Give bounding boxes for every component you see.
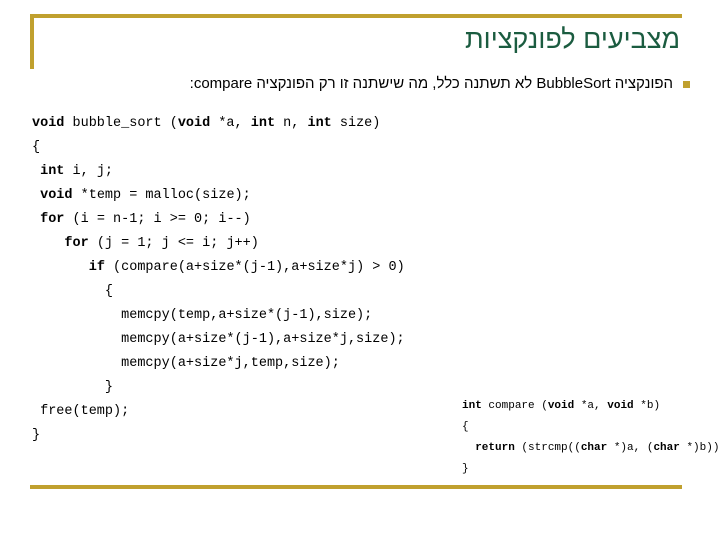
code-text: (strcmp(( <box>514 442 581 454</box>
bullet-row: הפונקציה BubbleSort לא תשתנה כלל, מה שיש… <box>30 74 690 94</box>
code-text: } <box>462 463 469 475</box>
square-bullet-icon <box>683 81 690 88</box>
code-line: memcpy(a+size*j,temp,size); <box>32 352 405 376</box>
code-keyword: char <box>653 442 680 454</box>
code-line: int compare (void *a, void *b) <box>462 396 720 417</box>
code-keyword: return <box>475 442 515 454</box>
code-block-compare: int compare (void *a, void *b){ return (… <box>462 396 720 480</box>
code-text: *temp = malloc(size); <box>72 188 251 203</box>
code-keyword: int <box>40 164 65 179</box>
code-line: } <box>32 376 405 400</box>
code-line: void *temp = malloc(size); <box>32 184 405 208</box>
top-accent-rule <box>30 14 682 18</box>
code-text: (i = n-1; i >= 0; i--) <box>64 212 251 227</box>
code-line: return (strcmp((char *)a, (char *)b)); <box>462 438 720 459</box>
code-keyword: void <box>40 188 73 203</box>
code-keyword: void <box>607 400 634 412</box>
code-line: { <box>32 280 405 304</box>
slide-title: מצביעים לפונקציות <box>465 24 680 54</box>
code-keyword: int <box>307 116 332 131</box>
code-keyword: if <box>88 260 105 275</box>
code-block-bubble-sort: void bubble_sort (void *a, int n, int si… <box>32 112 405 448</box>
code-line: { <box>462 417 720 438</box>
code-line: free(temp); <box>32 400 405 424</box>
bottom-accent-rule <box>30 485 682 489</box>
code-keyword: for <box>40 212 65 227</box>
code-keyword: void <box>32 116 65 131</box>
code-line: memcpy(temp,a+size*(j-1),size); <box>32 304 405 328</box>
code-keyword: for <box>64 236 89 251</box>
code-text: *)b)); <box>686 442 720 454</box>
code-text: { <box>32 284 114 299</box>
code-keyword: void <box>177 116 211 131</box>
code-line: memcpy(a+size*(j-1),a+size*j,size); <box>32 328 405 352</box>
code-keyword: void <box>547 400 575 412</box>
code-text: size) <box>331 116 381 131</box>
code-text: *a, <box>210 116 251 131</box>
code-keyword: char <box>580 442 608 454</box>
code-line: for (j = 1; j <= i; j++) <box>32 232 405 256</box>
code-line: } <box>462 459 720 480</box>
code-text: bubble_sort ( <box>64 116 178 131</box>
code-text: (compare(a+size*(j-1),a+size*j) > 0) <box>104 260 405 275</box>
code-line: if (compare(a+size*(j-1),a+size*j) > 0) <box>32 256 405 280</box>
left-accent-rule <box>30 14 34 69</box>
code-text: n, <box>275 116 308 131</box>
code-line: void bubble_sort (void *a, int n, int si… <box>32 112 405 136</box>
bullet-text: הפונקציה BubbleSort לא תשתנה כלל, מה שיש… <box>189 75 673 92</box>
code-text: } <box>32 380 114 395</box>
code-line: } <box>32 424 405 448</box>
code-line: for (i = n-1; i >= 0; i--) <box>32 208 405 232</box>
code-text: *)a, ( <box>607 442 654 454</box>
code-text: { <box>32 140 41 155</box>
code-text: (j = 1; j <= i; j++) <box>88 236 259 251</box>
code-line: { <box>32 136 405 160</box>
code-text: free(temp); <box>32 404 130 419</box>
code-text: memcpy(a+size*j,temp,size); <box>32 356 340 371</box>
code-text: { <box>462 421 469 433</box>
code-text: } <box>32 428 41 443</box>
presentation-slide: מצביעים לפונקציות הפונקציה BubbleSort לא… <box>0 0 720 540</box>
code-keyword: int <box>462 400 482 412</box>
code-text: i, j; <box>64 164 114 179</box>
code-text: memcpy(temp,a+size*(j-1),size); <box>32 308 373 323</box>
code-text: *a, <box>574 400 608 412</box>
code-keyword: int <box>250 116 276 131</box>
code-line: int i, j; <box>32 160 405 184</box>
code-text: *b) <box>633 400 661 412</box>
code-text: compare ( <box>481 400 548 412</box>
code-text: memcpy(a+size*(j-1),a+size*j,size); <box>32 332 405 347</box>
